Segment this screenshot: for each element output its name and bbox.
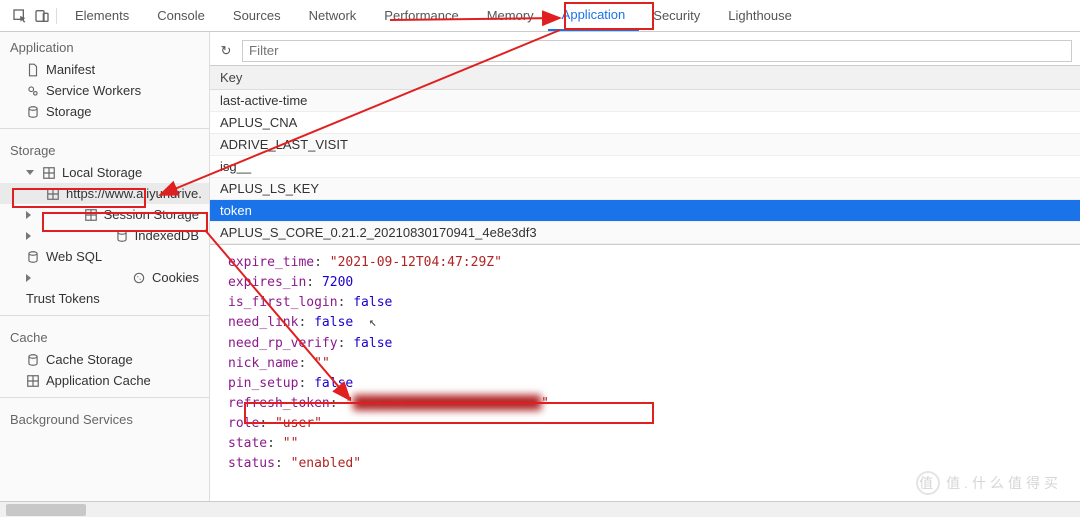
sidebar-item-storage[interactable]: Storage xyxy=(0,101,209,122)
device-icon[interactable] xyxy=(34,8,50,24)
table-header-key[interactable]: Key xyxy=(210,66,1080,90)
gears-icon xyxy=(26,84,40,98)
file-icon xyxy=(26,63,40,77)
filter-bar: ↻ xyxy=(210,36,1080,66)
sidebar-item-service-workers[interactable]: Service Workers xyxy=(0,80,209,101)
section-bg: Background Services xyxy=(0,404,209,431)
v: false xyxy=(353,295,392,310)
horizontal-scrollbar[interactable] xyxy=(0,501,1080,517)
sidebar-item-websql[interactable]: Web SQL xyxy=(0,246,209,267)
sidebar-item-cache-storage[interactable]: Cache Storage xyxy=(0,349,209,370)
chevron-down-icon xyxy=(26,170,34,175)
tab-security[interactable]: Security xyxy=(639,0,714,31)
value-detail[interactable]: expire_time: "2021-09-12T04:47:29Z" expi… xyxy=(210,245,1080,501)
label: Cache Storage xyxy=(46,352,133,367)
section-application: Application xyxy=(0,32,209,59)
v: false xyxy=(314,315,353,330)
table-row[interactable]: token xyxy=(210,200,1080,222)
tab-performance[interactable]: Performance xyxy=(370,0,472,31)
database-icon xyxy=(26,353,40,367)
sidebar-item-cookies[interactable]: Cookies xyxy=(0,267,209,288)
label: Storage xyxy=(46,104,92,119)
section-storage: Storage xyxy=(0,135,209,162)
database-icon xyxy=(115,229,129,243)
grid-icon xyxy=(26,374,40,388)
sidebar-item-session-storage[interactable]: Session Storage xyxy=(0,204,209,225)
v: false xyxy=(353,336,392,351)
chevron-right-icon xyxy=(26,211,76,219)
devtools-tabs: ElementsConsoleSourcesNetworkPerformance… xyxy=(0,0,1080,32)
sidebar-item-manifest[interactable]: Manifest xyxy=(0,59,209,80)
sidebar-item-local-storage[interactable]: Local Storage xyxy=(0,162,209,183)
chevron-right-icon xyxy=(26,232,107,240)
chevron-right-icon xyxy=(26,274,124,282)
watermark-text: 值.什么值得买 xyxy=(946,473,1062,493)
tab-memory[interactable]: Memory xyxy=(473,0,548,31)
grid-icon xyxy=(42,166,56,180)
sidebar-item-indexeddb[interactable]: IndexedDB xyxy=(0,225,209,246)
keys-table: Key last-active-timeAPLUS_CNAADRIVE_LAST… xyxy=(210,66,1080,245)
reload-button[interactable]: ↻ xyxy=(210,43,242,59)
table-row[interactable]: last-active-time xyxy=(210,90,1080,112)
sidebar-item-trust-tokens[interactable]: Trust Tokens xyxy=(0,288,209,309)
sidebar-item-origin[interactable]: https://www.aliyundrive. xyxy=(0,183,209,204)
inspect-icon[interactable] xyxy=(12,8,28,24)
tab-elements[interactable]: Elements xyxy=(61,0,143,31)
database-icon xyxy=(26,105,40,119)
table-row[interactable]: APLUS_S_CORE_0.21.2_20210830170941_4e8e3… xyxy=(210,222,1080,244)
application-sidebar: Application Manifest Service Workers Sto… xyxy=(0,32,210,501)
label: Cookies xyxy=(152,270,199,285)
table-row[interactable]: APLUS_CNA xyxy=(210,112,1080,134)
sidebar-item-application-cache[interactable]: Application Cache xyxy=(0,370,209,391)
v: enabled xyxy=(298,456,353,471)
label: Trust Tokens xyxy=(26,291,100,306)
label: Manifest xyxy=(46,62,95,77)
v: false xyxy=(314,376,353,391)
table-row[interactable]: ADRIVE_LAST_VISIT xyxy=(210,134,1080,156)
tab-sources[interactable]: Sources xyxy=(219,0,295,31)
database-icon xyxy=(26,250,40,264)
watermark: 值值.什么值得买 xyxy=(916,471,1062,495)
main-split: Application Manifest Service Workers Sto… xyxy=(0,32,1080,501)
label: Session Storage xyxy=(104,207,199,222)
storage-panel: ↻ Key last-active-timeAPLUS_CNAADRIVE_LA… xyxy=(210,32,1080,501)
v: 2021-09-12T04:47:29Z xyxy=(338,255,495,270)
grid-icon xyxy=(46,187,60,201)
tab-application[interactable]: Application xyxy=(548,0,640,31)
inspect-icons xyxy=(6,8,57,24)
label: Web SQL xyxy=(46,249,102,264)
table-row[interactable]: isg__ xyxy=(210,156,1080,178)
section-cache: Cache xyxy=(0,322,209,349)
cookie-icon xyxy=(132,271,146,285)
tab-console[interactable]: Console xyxy=(143,0,219,31)
label: IndexedDB xyxy=(135,228,199,243)
label: Local Storage xyxy=(62,165,142,180)
label: https://www.aliyundrive. xyxy=(66,186,202,201)
v: ████████████████████████ xyxy=(353,396,541,411)
table-row[interactable]: APLUS_LS_KEY xyxy=(210,178,1080,200)
grid-icon xyxy=(84,208,98,222)
v: 7200 xyxy=(322,275,353,290)
v: user xyxy=(283,416,314,431)
tab-lighthouse[interactable]: Lighthouse xyxy=(714,0,806,31)
filter-input[interactable] xyxy=(242,40,1072,62)
tab-network[interactable]: Network xyxy=(295,0,371,31)
label: Application Cache xyxy=(46,373,151,388)
label: Service Workers xyxy=(46,83,141,98)
